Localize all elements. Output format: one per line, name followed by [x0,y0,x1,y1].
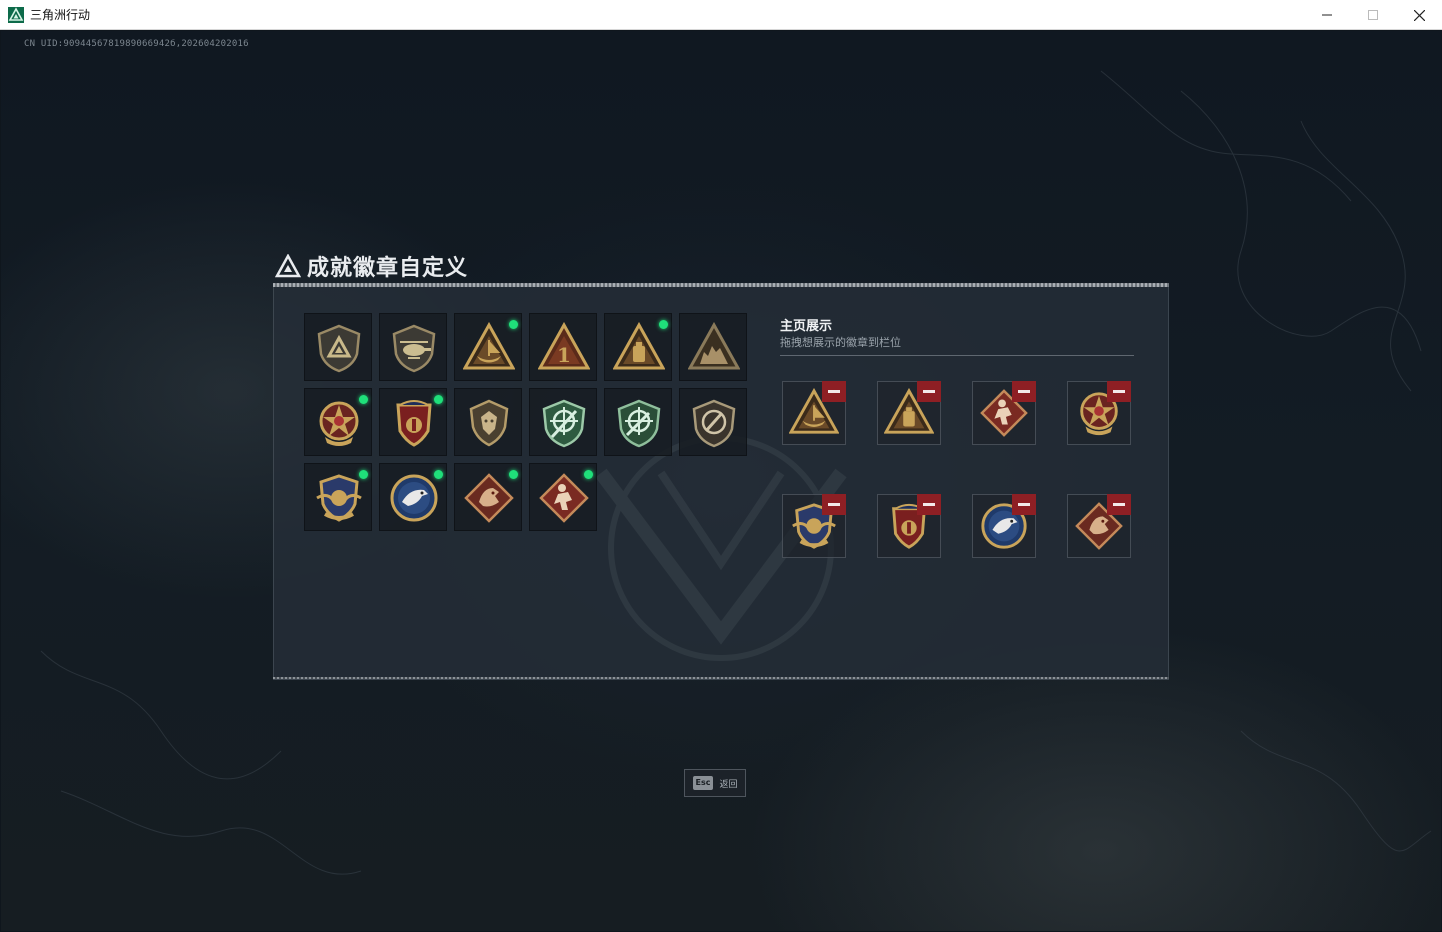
new-indicator-dot [434,395,443,404]
close-icon [1413,9,1425,21]
maximize-button[interactable] [1350,0,1396,30]
minus-icon [1018,390,1030,393]
soldier-diamond-badge-icon [539,473,589,523]
showcase-slot[interactable] [1067,494,1131,558]
badge-cell[interactable] [304,388,372,456]
panel-top-border [273,283,1169,287]
badge-cell[interactable] [604,388,672,456]
crosshair-green-shield-2-badge-icon [617,399,661,448]
showcase-subtitle: 拖拽想展示的徽章到栏位 [780,336,901,349]
minus-icon [923,503,935,506]
remove-badge-button[interactable] [1107,494,1131,515]
badge-cell[interactable] [679,388,747,456]
lion-shield-badge-icon [469,399,509,447]
star-medal-badge-icon [319,401,359,446]
boat-triangle-badge-icon [463,322,515,370]
back-button[interactable]: Esc 返回 [684,769,746,797]
svg-text:1: 1 [557,343,571,367]
new-indicator-dot [359,470,368,479]
remove-badge-button[interactable] [822,494,846,515]
dark-shield-badge-icon [692,399,736,448]
esc-key-hint: Esc [692,776,714,790]
badge-cell[interactable] [454,388,522,456]
badge-cell[interactable] [454,313,522,381]
window-titlebar: 三角洲行动 [0,0,1442,30]
minus-icon [1018,503,1030,506]
new-indicator-dot [584,470,593,479]
badge-cell[interactable] [529,388,597,456]
badge-cell[interactable] [304,463,372,531]
badge-cell[interactable] [529,463,597,531]
minus-icon [828,390,840,393]
minimize-button[interactable] [1304,0,1350,30]
showcase-slot[interactable] [972,494,1036,558]
winged-shield-badge-icon [316,474,362,522]
showcase-title: 主页展示 [780,319,833,334]
crosshair-green-shield-badge-icon [542,399,586,448]
helicopter-badge-icon [392,324,436,373]
minimize-icon [1322,14,1332,16]
delta-logo-icon [275,254,301,278]
remove-badge-button[interactable] [917,494,941,515]
minus-icon [1113,390,1125,393]
showcase-slot[interactable] [1067,381,1131,445]
remove-badge-button[interactable] [1012,494,1036,515]
badge-cell[interactable] [379,313,447,381]
page-title: 成就徽章自定义 [307,256,469,281]
new-indicator-dot [359,395,368,404]
remove-badge-button[interactable] [917,381,941,402]
dragon-diamond-badge-icon [464,473,514,523]
back-label: 返回 [719,779,738,790]
badge-cell[interactable] [304,313,372,381]
badge-cell[interactable]: 1 [529,313,597,381]
remove-badge-button[interactable] [1107,381,1131,402]
uid-text: CN UID:9094456781989066942б,202604202016 [24,39,249,49]
showcase-divider [780,355,1134,356]
close-button[interactable] [1396,0,1442,30]
badge-cell[interactable] [604,313,672,381]
showcase-slot[interactable] [877,494,941,558]
minus-icon [923,390,935,393]
app-logo-icon [8,7,24,23]
badge-cell[interactable] [454,463,522,531]
remove-badge-button[interactable] [822,381,846,402]
crest-medal-badge-icon [396,400,432,447]
badge-cell[interactable] [679,313,747,381]
page-header: 成就徽章自定义 [275,250,468,282]
minus-icon [828,503,840,506]
panel-bottom-border [273,677,1169,679]
remove-badge-button[interactable] [1012,381,1036,402]
canister-triangle-badge-icon [613,322,665,370]
showcase-slot[interactable] [877,381,941,445]
new-indicator-dot [659,320,668,329]
number-one-triangle-badge-icon: 1 [538,322,590,370]
new-indicator-dot [509,320,518,329]
shield-delta-badge-icon [317,324,361,373]
badge-cell[interactable] [379,388,447,456]
showcase-slot[interactable] [972,381,1036,445]
showcase-slot[interactable] [782,494,846,558]
window-title: 三角洲行动 [30,8,91,22]
ruins-triangle-badge-icon [688,322,740,370]
eagle-round-badge-icon [390,474,438,522]
minus-icon [1113,503,1125,506]
maximize-icon [1368,10,1378,20]
showcase-slot[interactable] [782,381,846,445]
game-viewport: CN UID:9094456781989066942б,202604202016… [1,31,1441,931]
new-indicator-dot [434,470,443,479]
badge-cell[interactable] [379,463,447,531]
new-indicator-dot [509,470,518,479]
